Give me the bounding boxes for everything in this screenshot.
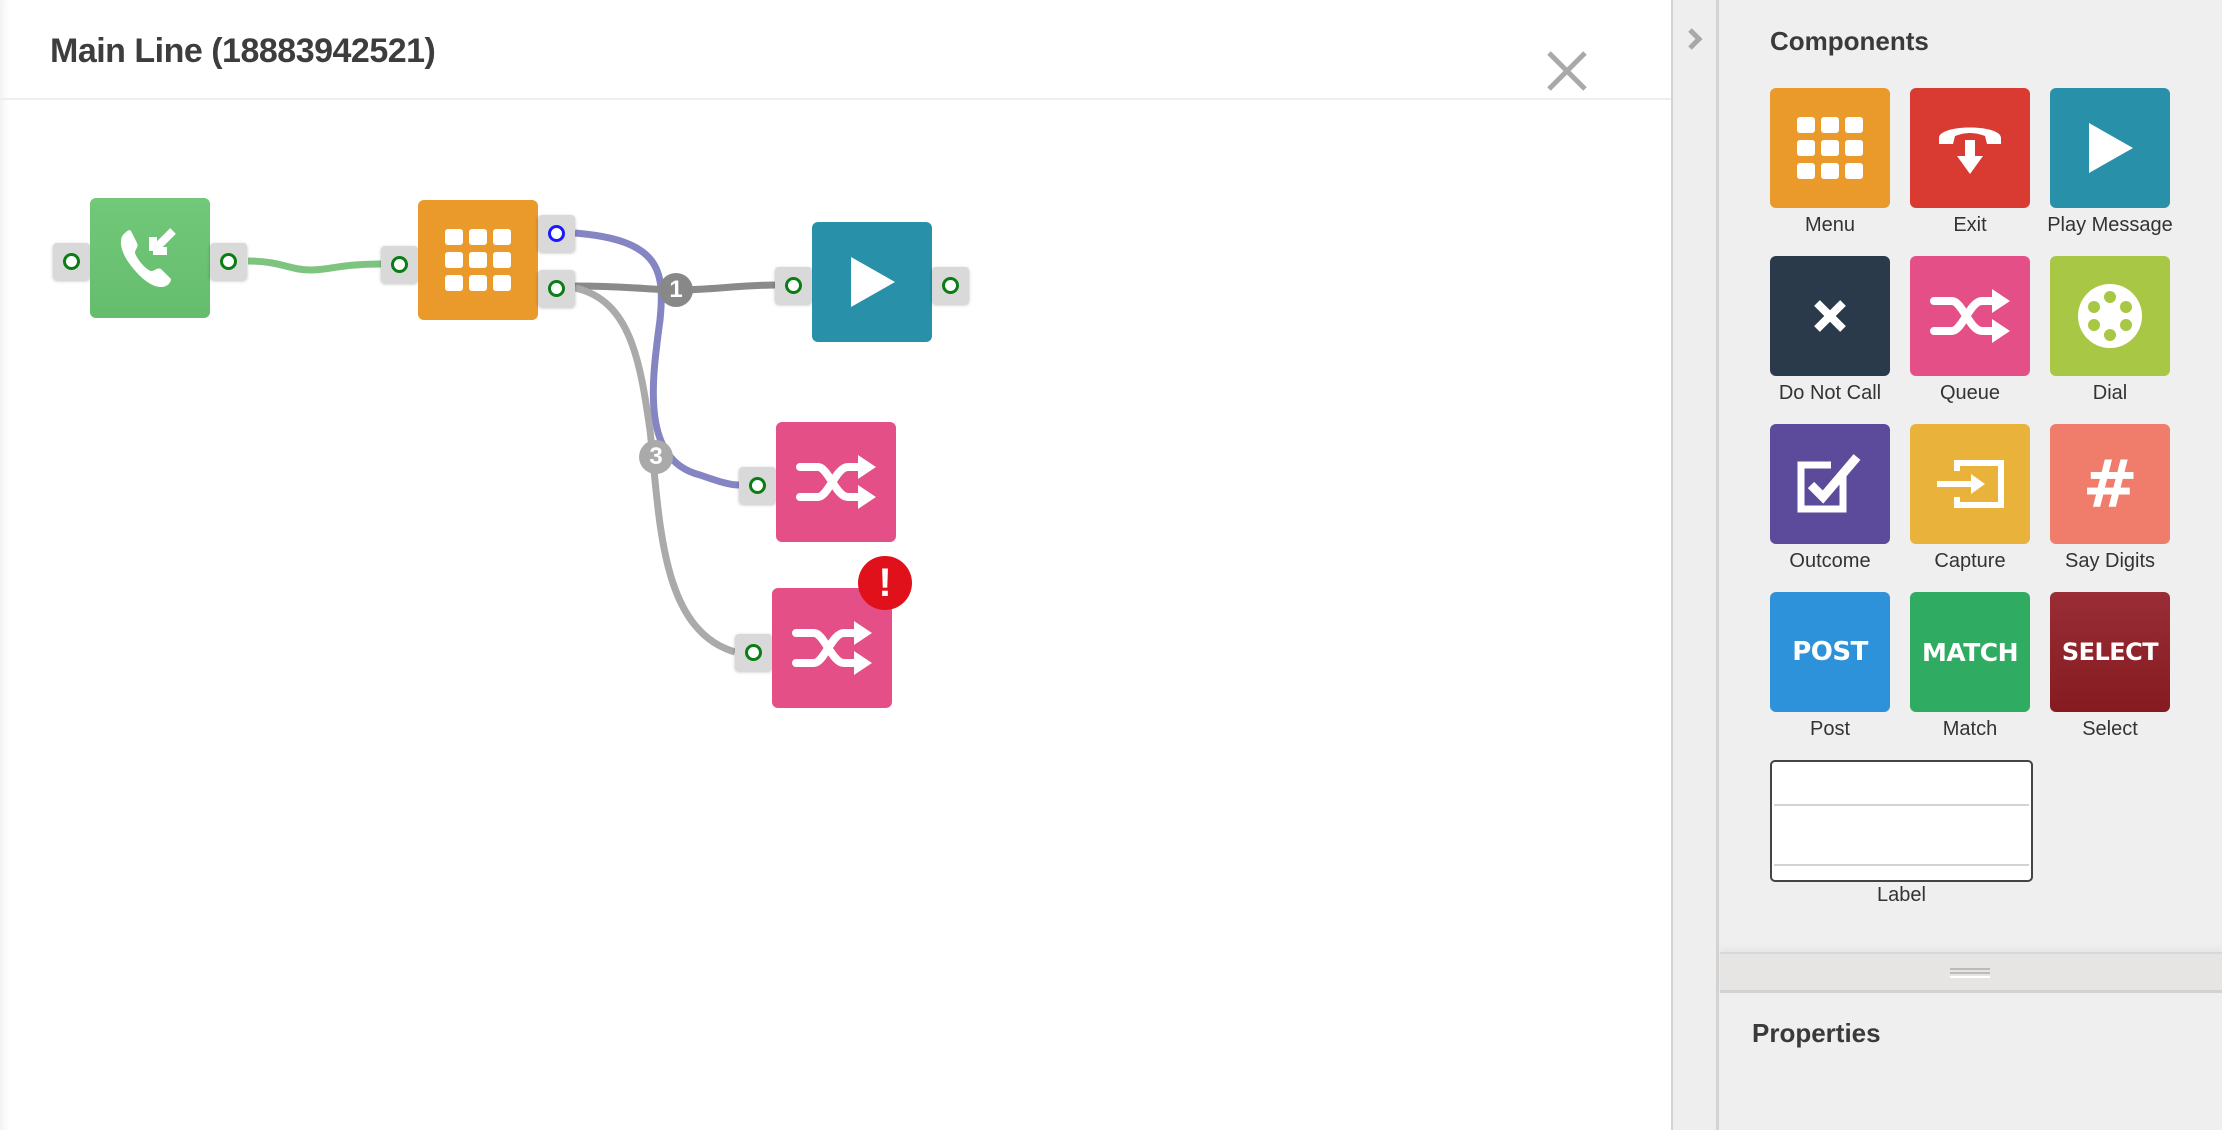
label-box-icon <box>1770 760 2033 882</box>
component-capture[interactable]: Capture <box>1910 424 2030 573</box>
hash-icon: # <box>2082 445 2138 523</box>
component-say-digits[interactable]: # Say Digits <box>2050 424 2170 573</box>
component-label: Capture <box>1934 550 2006 572</box>
error-badge[interactable]: ! <box>858 556 912 610</box>
port-out-option-1[interactable] <box>538 270 575 307</box>
shuffle-icon <box>1930 289 2010 343</box>
close-button[interactable] <box>1545 49 1589 93</box>
component-label: Select <box>2082 718 2138 740</box>
component-dial[interactable]: Dial <box>2050 256 2170 405</box>
incoming-call-icon <box>120 228 176 287</box>
properties-title: Properties <box>1752 1018 1881 1048</box>
component-do-not-call[interactable]: Do Not Call <box>1770 256 1890 405</box>
play-icon <box>2089 123 2133 173</box>
node-incoming-call[interactable] <box>90 198 210 318</box>
component-label: Match <box>1942 718 1998 740</box>
input-icon <box>1937 460 2004 508</box>
component-label: Queue <box>1939 382 2001 404</box>
port-in[interactable] <box>53 243 90 280</box>
node-menu[interactable] <box>418 200 538 320</box>
hangup-icon <box>1939 127 2001 174</box>
match-text-icon: MATCH <box>1921 637 2019 667</box>
keypad-grid-icon <box>1797 117 1863 179</box>
component-menu[interactable]: Menu <box>1770 88 1890 237</box>
flow-editor-main: Main Line (18883942521) 1 3 ! <box>0 0 1671 1130</box>
components-title: Components <box>1770 26 1929 56</box>
component-label-box[interactable]: Label <box>1770 760 2033 907</box>
component-label: Exit <box>1953 214 1987 236</box>
node-queue-1[interactable] <box>776 422 896 542</box>
post-text-icon: POST <box>1792 637 1868 667</box>
select-text-icon: SELECT <box>2061 638 2159 666</box>
port-in[interactable] <box>735 634 772 671</box>
component-match[interactable]: MATCH Match <box>1910 592 2030 741</box>
rotary-dial-icon <box>2078 284 2142 348</box>
chevron-right-icon <box>1688 28 1703 50</box>
play-icon <box>851 257 895 307</box>
connections-layer <box>247 229 778 656</box>
component-queue[interactable]: Queue <box>1910 256 2030 405</box>
component-label: Outcome <box>1789 550 1871 572</box>
page-title: Main Line (18883942521) <box>50 32 436 70</box>
collapse-sidebar-button[interactable] <box>1685 24 1705 54</box>
component-exit[interactable]: Exit <box>1910 88 2030 237</box>
exclamation-icon: ! <box>878 561 892 605</box>
component-label: Label <box>1877 884 1926 906</box>
port-out[interactable] <box>210 243 247 280</box>
node-play-message[interactable] <box>812 222 932 342</box>
component-label: Play Message <box>2047 214 2173 236</box>
x-icon <box>1814 300 1846 332</box>
keypad-grid-icon <box>445 229 511 291</box>
component-outcome[interactable]: Outcome <box>1770 424 1890 573</box>
sidebar-collapse-strip <box>1671 0 1719 1130</box>
shuffle-icon <box>796 455 876 509</box>
header: Main Line (18883942521) <box>0 0 1671 100</box>
component-select[interactable]: SELECT Select <box>2050 592 2170 741</box>
close-icon <box>1547 51 1587 91</box>
components-panel: Components Menu Exit Play Message Do Not… <box>1719 0 2222 1130</box>
component-label: Do Not Call <box>1778 382 1882 404</box>
port-out[interactable] <box>932 267 969 304</box>
port-in[interactable] <box>739 467 776 504</box>
component-play-message[interactable]: Play Message <box>2047 88 2173 237</box>
component-label: Menu <box>1804 214 1856 236</box>
grip-icon <box>1950 968 1990 978</box>
connection-label-1[interactable]: 1 <box>659 273 693 307</box>
connection-label-3[interactable]: 3 <box>639 440 673 474</box>
checkbox-icon <box>1797 454 1861 513</box>
port-in[interactable] <box>381 246 418 283</box>
component-label: Post <box>1809 718 1851 740</box>
panel-splitter[interactable] <box>1720 952 2222 993</box>
component-label: Dial <box>2092 382 2128 404</box>
port-out-option-0[interactable] <box>538 215 575 252</box>
port-in[interactable] <box>775 267 812 304</box>
connection-call-to-menu[interactable] <box>247 257 382 274</box>
shuffle-icon <box>792 621 872 675</box>
component-post[interactable]: POST Post <box>1770 592 1890 741</box>
component-label: Say Digits <box>2064 550 2156 572</box>
